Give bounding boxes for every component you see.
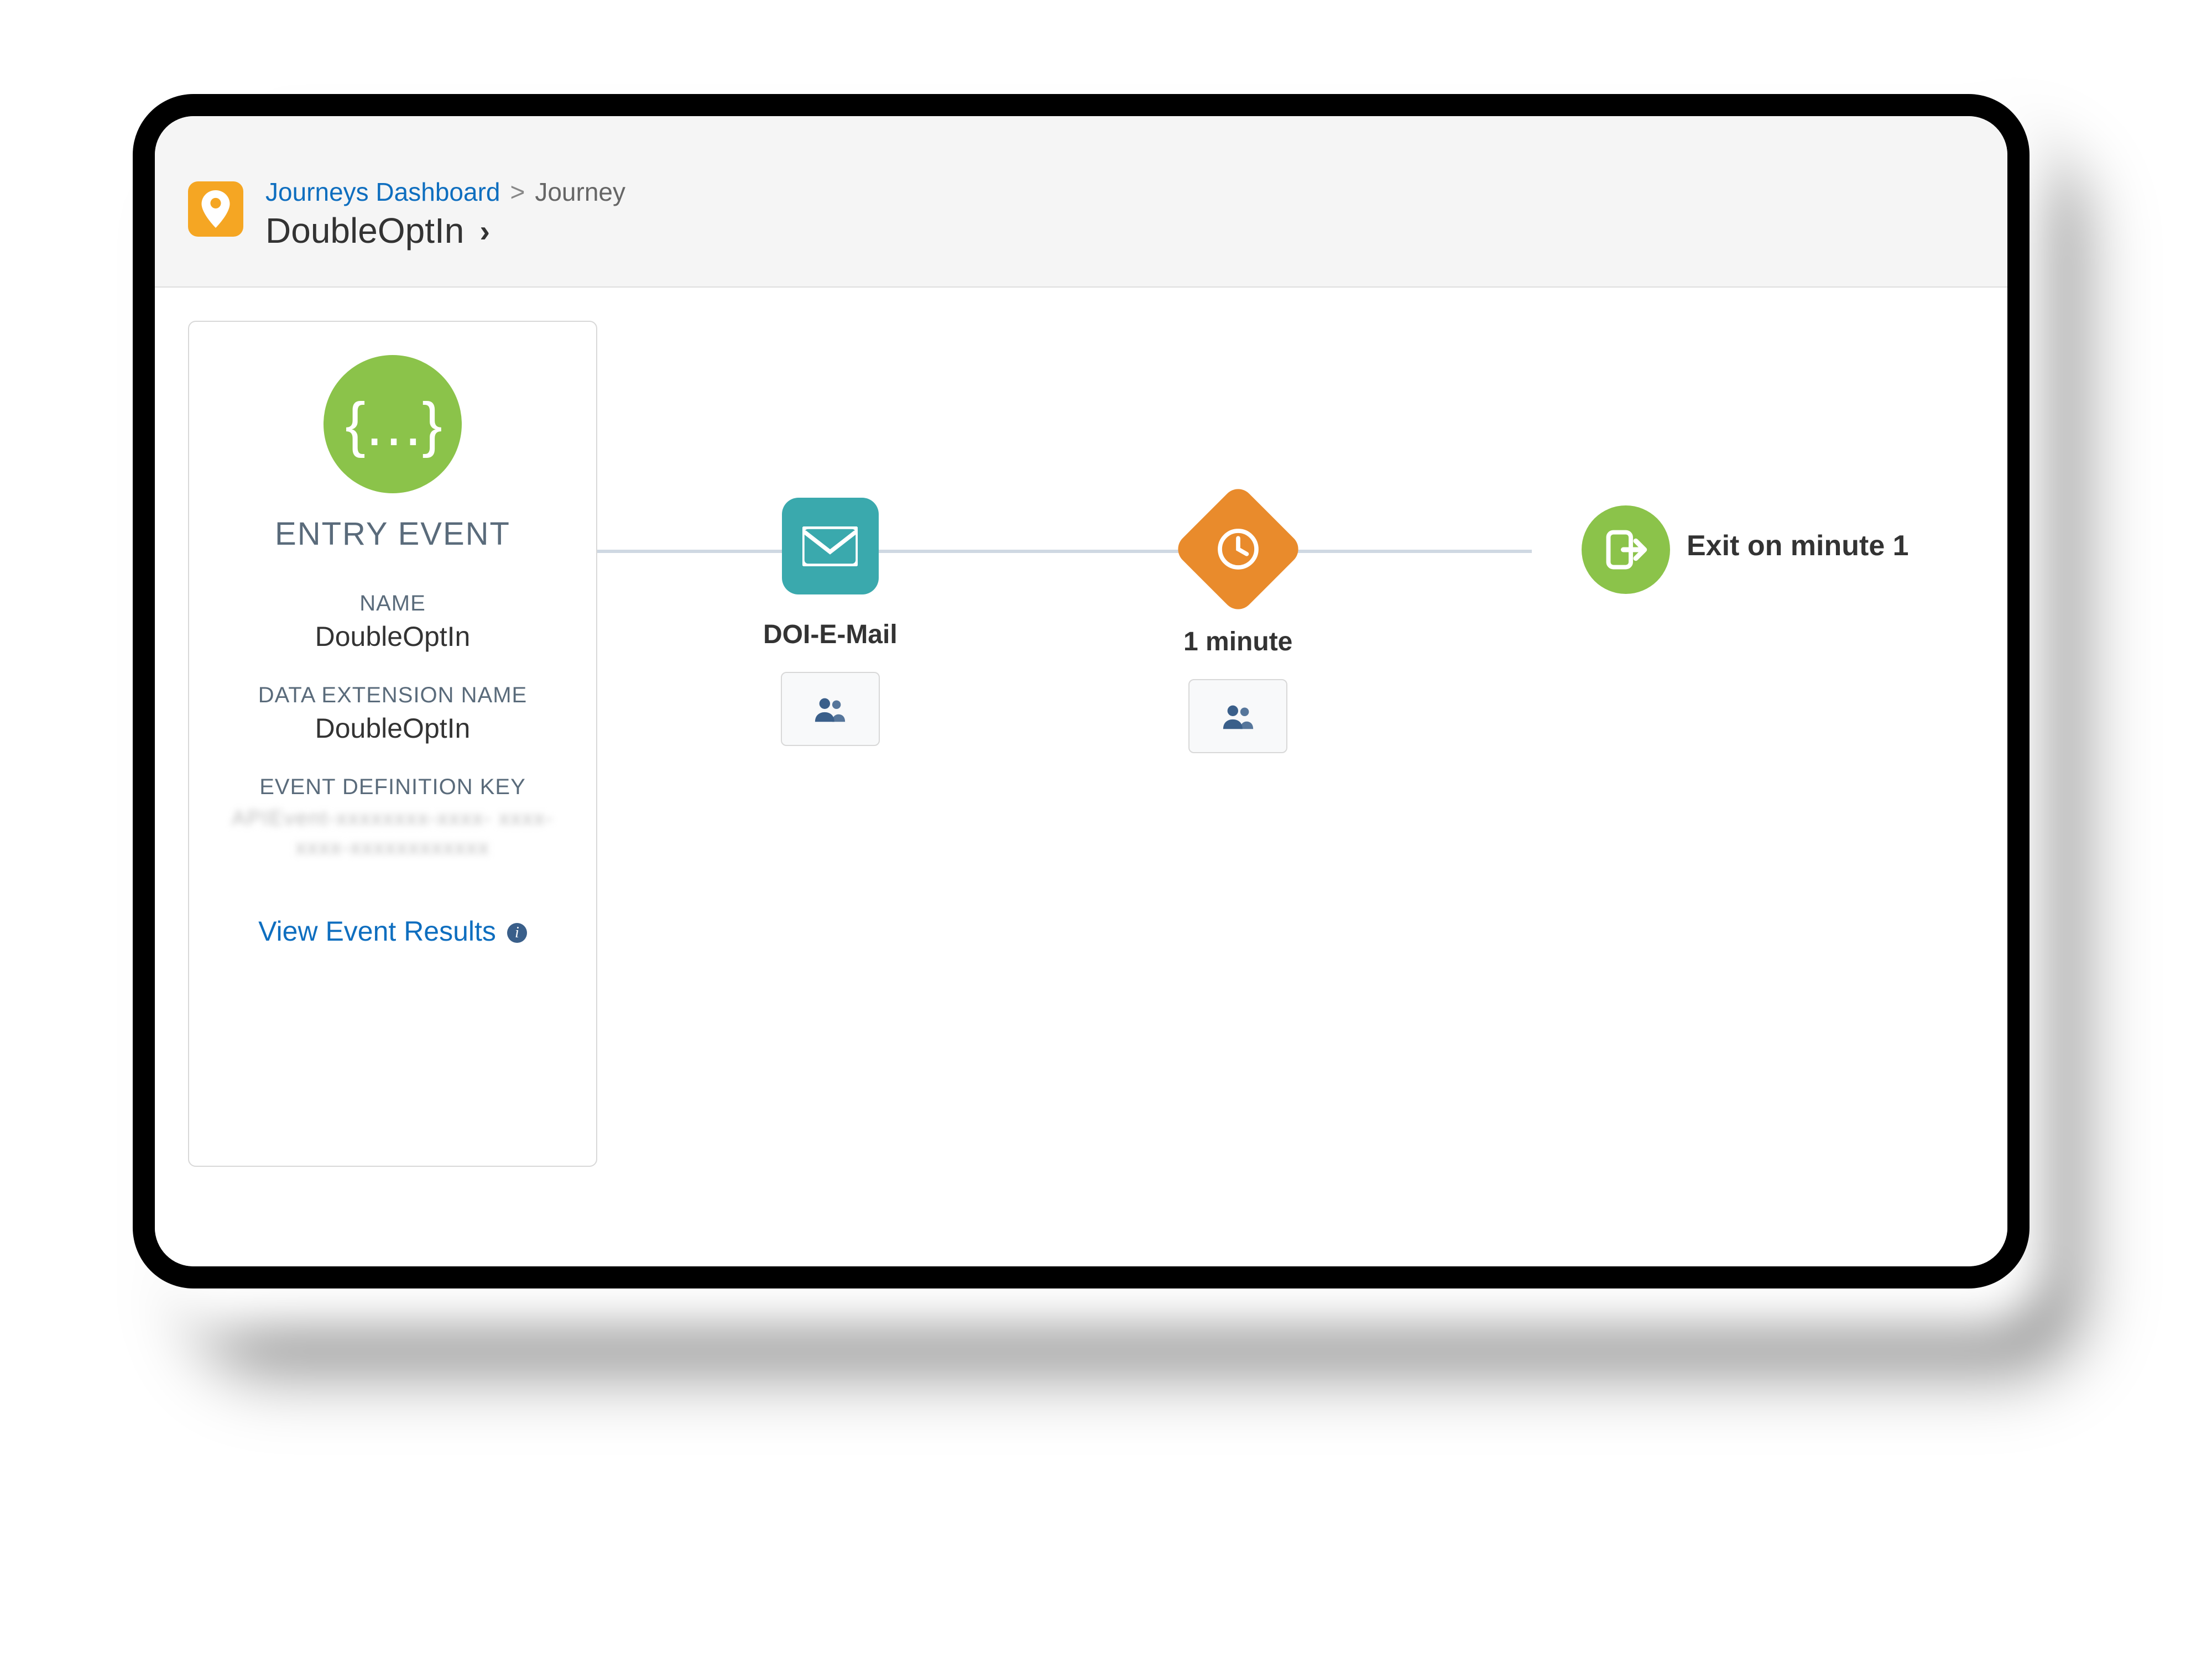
- breadcrumb: Journeys Dashboard > Journey: [265, 177, 625, 207]
- wait-node-label: 1 minute: [1183, 627, 1292, 657]
- journey-icon: [188, 181, 243, 237]
- entry-de-label: DATA EXTENSION NAME: [258, 683, 527, 708]
- wait-contacts-button[interactable]: [1188, 679, 1287, 753]
- wait-icon: [1171, 483, 1304, 615]
- entry-key-value: APIEvent-xxxxxxxx-xxxx- xxxx-xxxx-xxxxxx…: [206, 804, 580, 863]
- wait-activity-node[interactable]: 1 minute: [1183, 498, 1292, 753]
- entry-key-label: EVENT DEFINITION KEY: [206, 775, 580, 800]
- email-contacts-button[interactable]: [781, 672, 880, 746]
- tablet-frame: Journeys Dashboard > Journey DoubleOptIn…: [133, 94, 2030, 1288]
- email-activity-node[interactable]: DOI-E-Mail: [763, 498, 898, 746]
- email-node-label: DOI-E-Mail: [763, 619, 898, 650]
- api-event-icon: {…}: [324, 355, 462, 493]
- view-results-text: View Event Results: [258, 915, 496, 947]
- journey-canvas[interactable]: {…} ENTRY EVENT NAME DoubleOptIn DATA EX…: [155, 288, 2007, 1266]
- breadcrumb-separator: >: [510, 177, 525, 207]
- journey-flow: DOI-E-Mail: [597, 498, 1974, 608]
- exit-node[interactable]: Exit on minute 1: [1582, 498, 1909, 594]
- breadcrumb-root-link[interactable]: Journeys Dashboard: [265, 177, 500, 207]
- exit-icon: [1582, 505, 1670, 594]
- exit-node-label: Exit on minute 1: [1687, 529, 1909, 562]
- people-icon: [1221, 703, 1255, 729]
- info-icon[interactable]: i: [507, 923, 527, 943]
- entry-event-title: ENTRY EVENT: [275, 515, 510, 552]
- entry-name-label: NAME: [315, 591, 471, 616]
- connector-line: [597, 550, 1532, 553]
- entry-de-value: DoubleOptIn: [258, 712, 527, 744]
- entry-event-card[interactable]: {…} ENTRY EVENT NAME DoubleOptIn DATA EX…: [188, 321, 597, 1167]
- page-title: DoubleOptIn: [265, 210, 464, 251]
- people-icon: [813, 696, 847, 722]
- view-event-results-link[interactable]: View Event Results i: [258, 915, 527, 947]
- entry-name-value: DoubleOptIn: [315, 620, 471, 653]
- breadcrumb-parent: Journey: [535, 177, 625, 207]
- app-screen: Journeys Dashboard > Journey DoubleOptIn…: [155, 116, 2007, 1266]
- version-dropdown-chevron-icon[interactable]: ›: [479, 213, 490, 249]
- email-icon: [782, 498, 879, 594]
- page-header: Journeys Dashboard > Journey DoubleOptIn…: [155, 116, 2007, 288]
